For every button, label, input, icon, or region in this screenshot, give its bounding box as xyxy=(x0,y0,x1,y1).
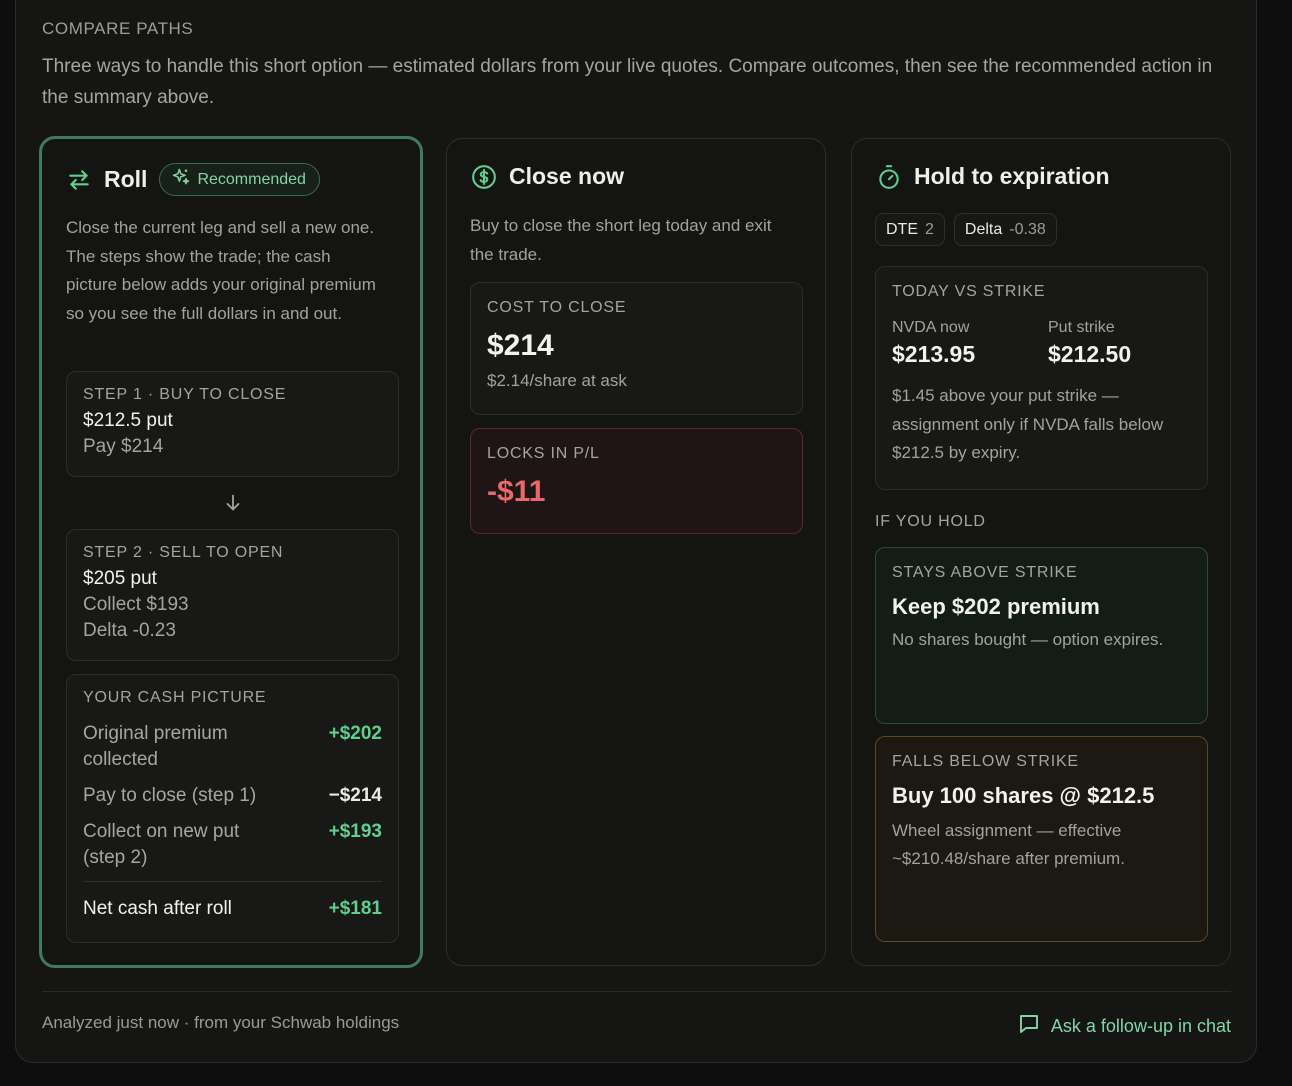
close-header: Close now xyxy=(471,163,624,190)
close-now-card[interactable]: Close now Buy to close the short leg tod… xyxy=(446,138,826,966)
delta-chip: Delta -0.38 xyxy=(953,213,1057,246)
close-title: Close now xyxy=(509,163,625,189)
divider xyxy=(83,881,382,882)
hold-card[interactable]: Hold to expiration DTE 2 Delta -0.38 TOD… xyxy=(851,138,1231,966)
step2-label: STEP 2 · SELL TO OPEN xyxy=(83,544,284,561)
nvda-now-value: $213.95 xyxy=(892,341,976,367)
chip-value: -0.38 xyxy=(1009,220,1046,238)
stays-above-box: STAYS ABOVE STRIKE Keep $202 premium No … xyxy=(875,547,1208,724)
cash-row: Collect on new put (step 2) +$193 xyxy=(83,819,382,871)
below-label: FALLS BELOW STRIKE xyxy=(892,753,1079,770)
step1-title: $212.5 put xyxy=(83,410,173,431)
roll-card[interactable]: Roll Recommended Close the current leg a… xyxy=(39,136,423,968)
step2-collect: Collect $193 xyxy=(83,594,189,615)
net-cash-row: Net cash after roll +$181 xyxy=(83,896,382,922)
roll-description: Close the current leg and sell a new one… xyxy=(66,218,376,323)
price-pair: NVDA now $213.95 Put strike $212.50 xyxy=(892,319,1191,368)
cash-row-label: Original premium collected xyxy=(83,723,228,770)
put-strike-label: Put strike xyxy=(1048,319,1115,336)
cash-row-label: Pay to close (step 1) xyxy=(83,785,257,806)
today-vs-strike-box: TODAY VS STRIKE NVDA now $213.95 Put str… xyxy=(875,266,1208,490)
today-label: TODAY VS STRIKE xyxy=(892,283,1046,300)
step1-box: STEP 1 · BUY TO CLOSE $212.5 put Pay $21… xyxy=(66,371,399,477)
roll-header: Roll Recommended xyxy=(66,163,320,196)
step2-box: STEP 2 · SELL TO OPEN $205 put Collect $… xyxy=(66,529,399,661)
cash-row: Pay to close (step 1) −$214 xyxy=(83,783,382,809)
cash-row-value: −$214 xyxy=(328,785,382,806)
sparkle-icon xyxy=(171,167,191,192)
net-cash-value: +$181 xyxy=(328,898,382,919)
cash-row-label: Collect on new put (step 2) xyxy=(83,821,240,868)
cash-row: Original premium collected +$202 xyxy=(83,721,382,773)
below-title: Buy 100 shares @ $212.5 xyxy=(892,783,1155,808)
locks-value: -$11 xyxy=(487,475,546,508)
arrow-down-icon xyxy=(222,492,244,519)
chip-key: Delta xyxy=(964,220,1003,238)
section-label: COMPARE PATHS xyxy=(42,19,194,38)
ask-followup-label: Ask a follow-up in chat xyxy=(1050,1016,1231,1036)
above-sub: No shares bought — option expires. xyxy=(892,630,1164,649)
locks-label: LOCKS IN P/L xyxy=(487,445,600,462)
chip-key: DTE xyxy=(886,220,918,238)
recommended-label: Recommended xyxy=(197,170,306,188)
step1-sub: Pay $214 xyxy=(83,436,164,457)
hold-header: Hold to expiration xyxy=(876,163,1110,190)
if-you-hold-label: IF YOU HOLD xyxy=(875,513,986,530)
today-note: $1.45 above your put strike — assignment… xyxy=(892,386,1164,462)
dollar-circle-icon xyxy=(471,164,497,190)
cost-label: COST TO CLOSE xyxy=(487,299,627,316)
chip-value: 2 xyxy=(925,220,934,238)
cost-value: $214 xyxy=(487,329,554,362)
step2-delta: Delta -0.23 xyxy=(83,620,176,641)
put-strike-value: $212.50 xyxy=(1048,341,1132,367)
close-description: Buy to close the short leg today and exi… xyxy=(470,216,772,264)
step2-title: $205 put xyxy=(83,568,157,589)
hold-title: Hold to expiration xyxy=(914,163,1110,189)
locks-in-box: LOCKS IN P/L -$11 xyxy=(470,428,803,534)
above-title: Keep $202 premium xyxy=(892,594,1100,619)
nvda-now-label: NVDA now xyxy=(892,319,970,336)
falls-below-box: FALLS BELOW STRIKE Buy 100 shares @ $212… xyxy=(875,736,1208,942)
footer-divider xyxy=(42,991,1231,992)
cash-picture-box: YOUR CASH PICTURE Original premium colle… xyxy=(66,674,399,943)
intro-text: Three ways to handle this short option —… xyxy=(42,56,1213,108)
dte-chip: DTE 2 xyxy=(875,213,945,246)
below-sub: Wheel assignment — effective ~$210.48/sh… xyxy=(892,821,1125,868)
cash-row-value: +$202 xyxy=(328,723,382,744)
nvda-now: NVDA now $213.95 xyxy=(892,319,1048,368)
swap-arrows-icon xyxy=(66,167,92,193)
ask-followup-link[interactable]: Ask a follow-up in chat xyxy=(1017,1012,1231,1041)
hold-chips: DTE 2 Delta -0.38 xyxy=(875,213,1057,246)
cash-row-value: +$193 xyxy=(328,821,382,842)
roll-title: Roll xyxy=(104,166,148,192)
cost-to-close-box: COST TO CLOSE $214 $2.14/share at ask xyxy=(470,282,803,415)
cost-sub: $2.14/share at ask xyxy=(487,371,627,390)
above-label: STAYS ABOVE STRIKE xyxy=(892,564,1078,581)
step1-label: STEP 1 · BUY TO CLOSE xyxy=(83,386,287,403)
recommended-badge: Recommended xyxy=(159,163,320,196)
stopwatch-icon xyxy=(876,164,902,190)
put-strike: Put strike $212.50 xyxy=(1048,319,1131,368)
cash-label: YOUR CASH PICTURE xyxy=(83,689,267,706)
chat-bubble-icon xyxy=(1017,1012,1041,1041)
net-cash-label: Net cash after roll xyxy=(83,898,232,919)
analysis-source: Analyzed just now · from your Schwab hol… xyxy=(42,1013,400,1032)
